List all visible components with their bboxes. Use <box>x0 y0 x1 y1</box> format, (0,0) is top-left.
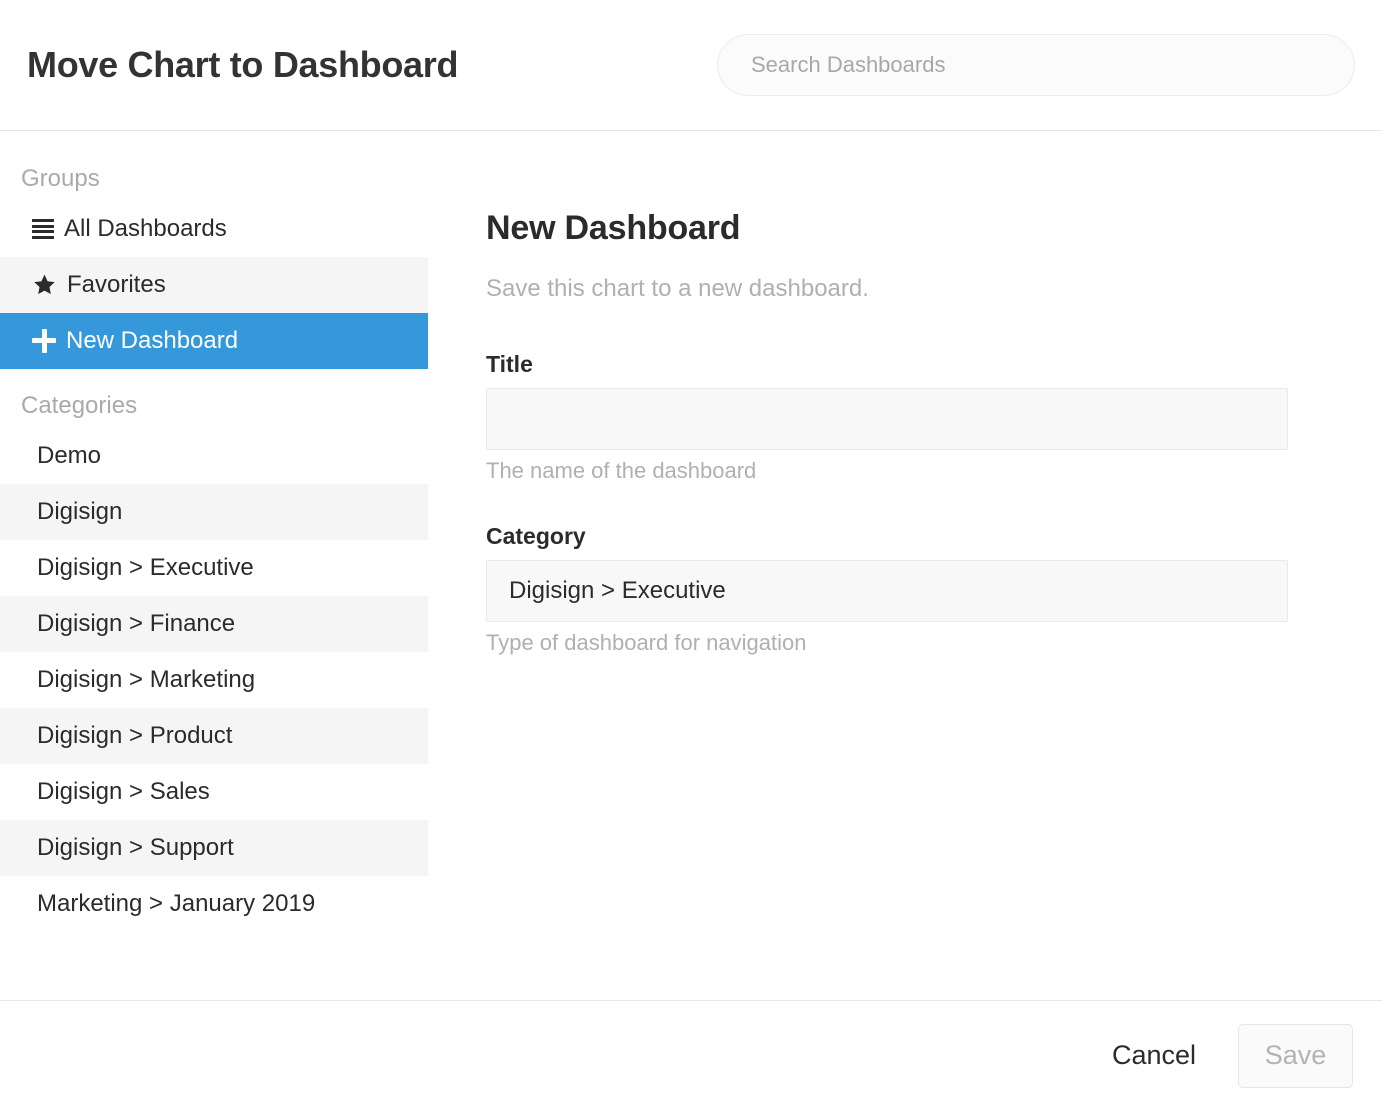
dashboard-sidebar: Groups All Dashboards Favorites New Dash… <box>0 131 428 932</box>
hamburger-icon <box>32 219 54 239</box>
category-label: Digisign > Product <box>37 722 233 749</box>
title-input[interactable] <box>486 388 1288 450</box>
list-item[interactable]: Digisign > Support <box>0 820 428 876</box>
title-field-label: Title <box>486 351 533 377</box>
sidebar-item-label: All Dashboards <box>64 215 227 242</box>
category-field-help: Type of dashboard for navigation <box>486 630 807 655</box>
page-title: Move Chart to Dashboard <box>27 44 459 85</box>
panel-title: New Dashboard <box>486 209 741 247</box>
dialog-footer: Cancel Save <box>0 1000 1382 1110</box>
search-container <box>717 34 1355 96</box>
category-field-group: Category Type of dashboard for navigatio… <box>486 523 1288 656</box>
category-label: Demo <box>37 442 102 469</box>
panel-subtitle: Save this chart to a new dashboard. <box>486 275 869 302</box>
category-label: Digisign <box>37 498 123 525</box>
category-label: Digisign > Finance <box>37 610 236 637</box>
list-item[interactable]: Digisign > Marketing <box>0 652 428 708</box>
sidebar-item-label: New Dashboard <box>66 327 239 354</box>
category-label: Marketing > January 2019 <box>37 890 316 917</box>
groups-section-label: Groups <box>21 165 100 192</box>
move-chart-dialog: Move Chart to Dashboard Groups All Dashb… <box>0 0 1382 1110</box>
list-item[interactable]: Digisign > Sales <box>0 764 428 820</box>
groups-list: All Dashboards Favorites New Dashboard <box>0 201 428 369</box>
dialog-header: Move Chart to Dashboard <box>0 0 1382 131</box>
list-item[interactable]: Digisign > Finance <box>0 596 428 652</box>
list-item[interactable]: Digisign > Product <box>0 708 428 764</box>
category-label: Digisign > Sales <box>37 778 210 805</box>
list-item[interactable]: Demo <box>0 428 428 484</box>
list-item[interactable]: Digisign > Executive <box>0 540 428 596</box>
category-label: Digisign > Marketing <box>37 666 256 693</box>
sidebar-item-favorites[interactable]: Favorites <box>0 257 428 313</box>
sidebar-item-label: Favorites <box>67 271 166 298</box>
category-label: Digisign > Support <box>37 834 234 861</box>
new-dashboard-panel: New Dashboard Save this chart to a new d… <box>428 131 1382 695</box>
category-field-label: Category <box>486 523 586 549</box>
title-field-group: Title The name of the dashboard <box>486 351 1288 484</box>
star-icon <box>32 273 57 297</box>
list-item[interactable]: Digisign <box>0 484 428 540</box>
dialog-body: Groups All Dashboards Favorites New Dash… <box>0 131 1382 1000</box>
sidebar-item-all-dashboards[interactable]: All Dashboards <box>0 201 428 257</box>
category-label: Digisign > Executive <box>37 554 254 581</box>
categories-list: Demo Digisign Digisign > Executive Digis… <box>0 428 428 932</box>
categories-section-label: Categories <box>21 392 138 419</box>
plus-icon <box>32 329 56 353</box>
category-input[interactable] <box>486 560 1288 622</box>
search-input[interactable] <box>717 34 1355 96</box>
list-item[interactable]: Marketing > January 2019 <box>0 876 428 932</box>
cancel-button[interactable]: Cancel <box>1108 1030 1200 1081</box>
save-button[interactable]: Save <box>1238 1023 1353 1088</box>
title-field-help: The name of the dashboard <box>486 458 757 483</box>
sidebar-item-new-dashboard[interactable]: New Dashboard <box>0 313 428 369</box>
